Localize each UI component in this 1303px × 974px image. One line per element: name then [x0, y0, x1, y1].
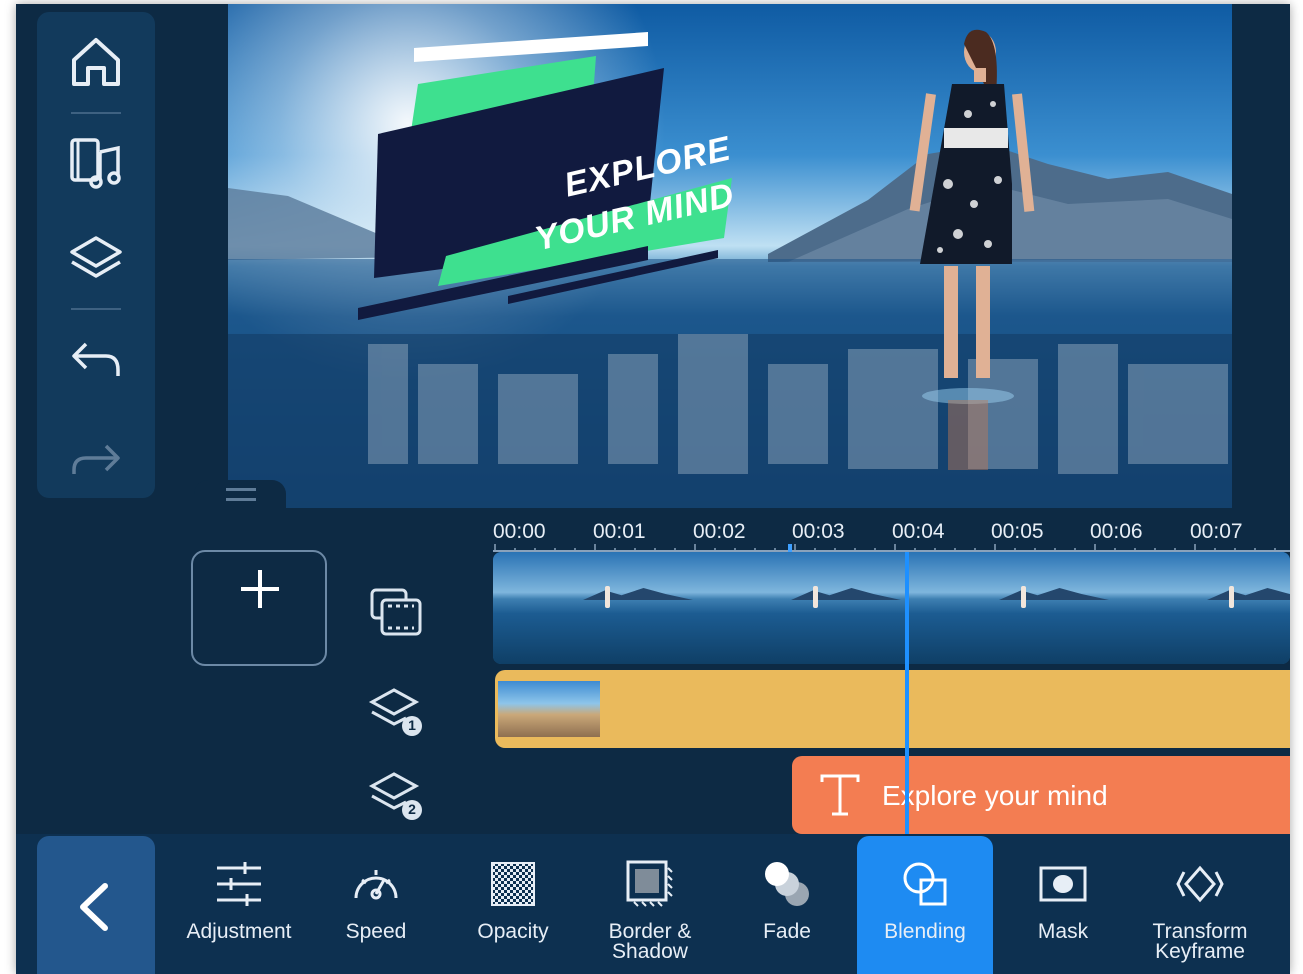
- fade-icon: [765, 862, 809, 906]
- separator: [71, 308, 121, 310]
- undo-button[interactable]: [66, 330, 126, 390]
- chevron-left-icon: [80, 883, 108, 931]
- video-clip[interactable]: [493, 552, 1290, 664]
- layer-2-icon: [368, 772, 422, 820]
- back-button[interactable]: [37, 836, 155, 974]
- media-track-icon: [370, 588, 422, 636]
- time-marker: [788, 544, 792, 552]
- media-music-icon: [70, 138, 121, 189]
- clip-thumbnail: [701, 552, 910, 664]
- overlay-layer-clip[interactable]: [495, 670, 1290, 748]
- layer-badge: 2: [408, 801, 416, 817]
- clip-thumbnail: [1117, 552, 1290, 664]
- left-toolbar: [37, 12, 155, 498]
- tool-adjustment[interactable]: Adjustment: [171, 836, 307, 974]
- layer-2-track-button[interactable]: 2: [366, 768, 426, 828]
- panel-resize-handle[interactable]: [194, 480, 286, 510]
- layer-1-icon: [368, 688, 422, 736]
- tool-transform-keyframe[interactable]: Transform Keyframe: [1132, 836, 1268, 974]
- plus-icon: [241, 570, 279, 608]
- layer-badge: 1: [408, 717, 416, 733]
- undo-icon: [72, 342, 120, 376]
- layers-button[interactable]: [66, 230, 126, 290]
- mask-icon: [1039, 866, 1087, 902]
- transform-keyframe-icon: [1176, 865, 1224, 903]
- clip-thumbnail: [909, 552, 1118, 664]
- redo-button[interactable]: [66, 428, 126, 488]
- add-media-button[interactable]: [191, 550, 327, 666]
- video-editor-app: EXPLORE YOUR MIND 1 2 00:00 00:01 00:02 …: [16, 4, 1290, 974]
- text-layer-clip[interactable]: Explore your mind: [792, 756, 1290, 834]
- media-library-button[interactable]: [66, 132, 126, 192]
- text-icon: [820, 774, 860, 816]
- tool-mask[interactable]: Mask: [995, 836, 1131, 974]
- sliders-icon: [217, 862, 261, 906]
- speedometer-icon: [354, 870, 398, 900]
- playhead[interactable]: [905, 552, 909, 836]
- tool-speed[interactable]: Speed: [308, 836, 444, 974]
- bottom-toolbar: Adjustment Speed Opacity Border & Shadow…: [16, 834, 1290, 974]
- timeline-ruler[interactable]: 00:00 00:01 00:02 00:03 00:04 00:05 00:0…: [493, 510, 1290, 552]
- home-button[interactable]: [66, 32, 126, 92]
- video-preview[interactable]: EXPLORE YOUR MIND: [228, 4, 1232, 508]
- tool-label: Adjustment: [186, 920, 292, 943]
- layer-1-track-button[interactable]: 1: [366, 684, 426, 744]
- tool-label: Transform Keyframe: [1152, 920, 1248, 963]
- text-clip-label: Explore your mind: [882, 780, 1108, 811]
- checkerboard-icon: [491, 862, 535, 906]
- tool-border-shadow[interactable]: Border & Shadow: [582, 836, 718, 974]
- title-overlay[interactable]: EXPLORE YOUR MIND: [348, 28, 748, 328]
- tool-label: Opacity: [477, 920, 549, 943]
- layers-icon: [70, 236, 122, 278]
- clip-thumbnail: [493, 552, 702, 664]
- redo-icon: [72, 444, 120, 474]
- tool-opacity[interactable]: Opacity: [445, 836, 581, 974]
- home-icon: [72, 38, 120, 86]
- tool-label: Border & Shadow: [608, 920, 692, 963]
- ruler-ticks: [494, 544, 1276, 552]
- blending-icon: [903, 862, 947, 906]
- separator: [71, 112, 121, 114]
- tool-blending[interactable]: Blending: [857, 836, 993, 974]
- tool-label: Mask: [1037, 920, 1089, 943]
- media-track-button[interactable]: [366, 582, 426, 642]
- tool-fade[interactable]: Fade: [719, 836, 855, 974]
- tool-label: Speed: [345, 920, 407, 943]
- tool-label: Fade: [763, 920, 811, 943]
- border-shadow-icon: [626, 860, 673, 907]
- tool-label: Blending: [884, 920, 966, 943]
- overlay-thumbnail: [498, 681, 600, 737]
